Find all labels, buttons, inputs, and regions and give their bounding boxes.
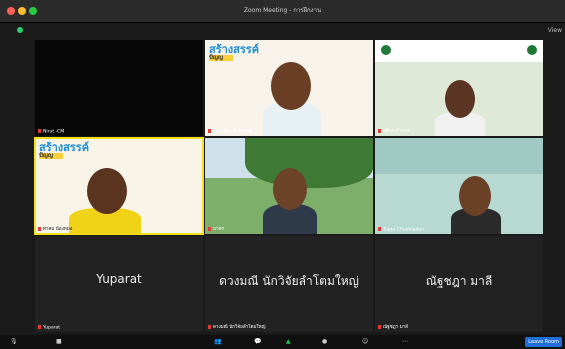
video-tile-2[interactable]: สร้างสรรค์ ปัญญ ละบาธงะ O. เหรียญ	[205, 40, 373, 136]
window-title: Zoom Meeting - การฝึกงาน	[243, 7, 322, 14]
participant-name: ยติพร คำแดง	[378, 127, 409, 134]
participant-name: ดวงมณี นักวิจัยลำโตมใหญ่	[208, 323, 265, 330]
leave-room-button[interactable]: Leave Room	[525, 337, 562, 347]
brand-logo: สร้างสรรค์ ปัญญ	[209, 43, 260, 61]
person-head	[271, 62, 311, 110]
participant-display-name: ดวงมณี นักวิจัยลำโตมใหญ่	[219, 274, 359, 288]
security-shield-icon[interactable]	[17, 27, 23, 33]
participant-name: Nirut -CM	[38, 128, 64, 134]
title-bar: Zoom Meeting - การฝึกงาน	[0, 0, 565, 23]
banner-logo-icon	[527, 45, 537, 55]
mic-muted-icon	[378, 324, 381, 329]
mic-muted-icon	[38, 226, 41, 231]
video-tile-6[interactable]: Tupta Chumnaden	[375, 138, 543, 234]
mic-muted-icon	[378, 128, 381, 133]
reactions-icon[interactable]: ☺	[362, 338, 368, 345]
banner-logo-icon	[381, 45, 391, 55]
view-button[interactable]: View	[548, 27, 562, 34]
meeting-toolbar: 🎙 ■ 👥 💬 ▲ ● ☺ ⋯ Leave Room	[0, 335, 565, 349]
participant-name: ศาคม น้องหมอ	[38, 225, 72, 232]
chat-icon[interactable]: 💬	[254, 338, 261, 345]
stop-video-icon[interactable]: ■	[56, 338, 62, 345]
tree-background	[245, 138, 373, 188]
video-tile-4-active-speaker[interactable]: สร้างสรรค์ ปัญญ ศาคม น้องหมอ	[34, 137, 204, 235]
mic-muted-icon	[208, 324, 211, 329]
record-icon[interactable]: ●	[322, 338, 327, 345]
participants-icon[interactable]: 👥	[214, 338, 221, 345]
participant-name: ณัฐชฎา มาลี	[378, 323, 408, 330]
participant-name: มาคร	[208, 225, 224, 232]
participant-name: Yuparat	[38, 324, 60, 330]
video-grid: Nirut -CM สร้างสรรค์ ปัญญ ละบาธงะ O. เหรี…	[34, 40, 543, 335]
video-tile-5[interactable]: มาคร	[205, 138, 373, 234]
video-tile-7[interactable]: Yuparat Yuparat	[35, 236, 203, 332]
mic-muted-icon	[208, 226, 211, 231]
banner	[375, 40, 543, 62]
mute-mic-icon[interactable]: 🎙	[10, 338, 18, 345]
apps-icon[interactable]: ⋯	[402, 338, 408, 345]
video-tile-9[interactable]: ณัฐชฎา มาลี ณัฐชฎา มาลี	[375, 236, 543, 332]
mic-muted-icon	[38, 128, 41, 133]
person-head	[445, 80, 475, 118]
mic-muted-icon	[38, 324, 41, 329]
participant-name: Tupta Chumnaden	[378, 226, 424, 232]
video-tile-1[interactable]: Nirut -CM	[35, 40, 203, 136]
person-head	[459, 176, 491, 216]
video-tile-8[interactable]: ดวงมณี นักวิจัยลำโตมใหญ่ ดวงมณี นักวิจัย…	[205, 236, 373, 332]
share-screen-icon[interactable]: ▲	[286, 338, 291, 345]
mic-muted-icon	[378, 226, 381, 231]
person-head	[273, 168, 307, 210]
participant-name: ละบาธงะ O. เหรียญ	[208, 127, 252, 134]
person-head	[87, 168, 127, 214]
brand-logo: สร้างสรรค์ ปัญญ	[39, 141, 90, 159]
participant-display-name: Yuparat	[96, 272, 142, 286]
video-tile-3[interactable]: ยติพร คำแดง	[375, 40, 543, 136]
mic-muted-icon	[208, 128, 211, 133]
participant-display-name: ณัฐชฎา มาลี	[425, 274, 493, 288]
